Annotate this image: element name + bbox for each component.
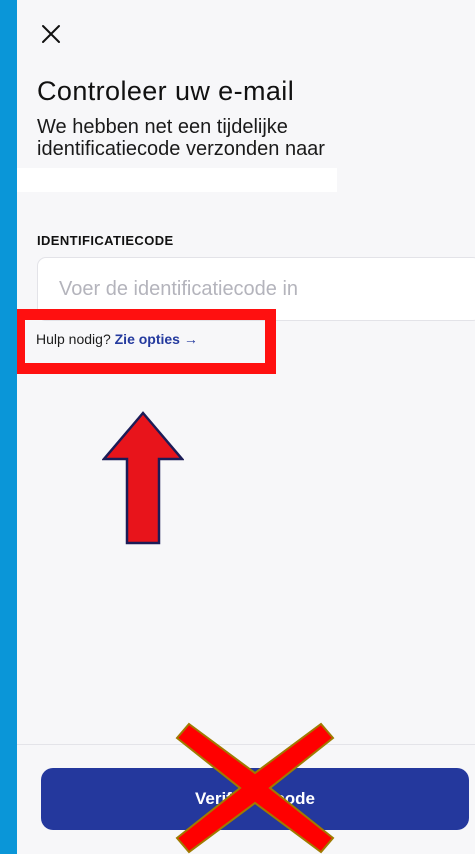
help-prefix: Hulp nodig?: [36, 331, 111, 347]
help-row: Hulp nodig? Zie opties →: [36, 331, 198, 347]
close-button[interactable]: [37, 20, 65, 48]
up-arrow-annotation-icon: [102, 411, 184, 545]
page-title: Controleer uw e-mail: [37, 76, 295, 106]
code-field-label: IDENTIFICATIECODE: [37, 233, 174, 248]
see-options-link[interactable]: Zie opties →: [115, 331, 198, 347]
cross-out-annotation-icon: [175, 722, 335, 854]
arrow-right-icon: →: [183, 331, 198, 347]
close-icon: [42, 25, 60, 43]
see-options-label: Zie opties: [114, 331, 180, 347]
page-subtitle: We hebben net een tijdelijke identificat…: [37, 116, 325, 160]
redacted-email-address: [17, 168, 337, 192]
